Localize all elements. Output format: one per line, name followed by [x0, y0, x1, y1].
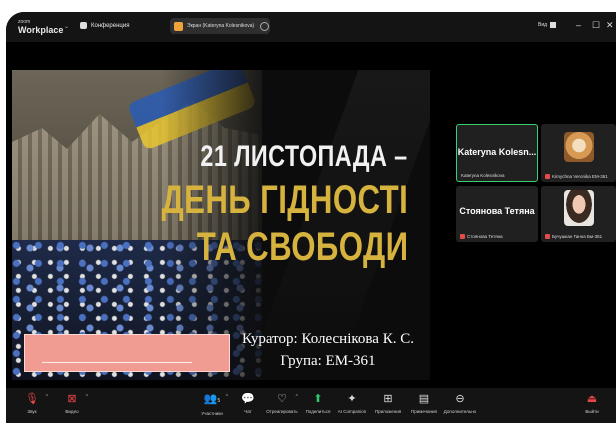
sparkle-icon: ✦	[347, 393, 357, 405]
participants-label: Участники	[201, 411, 223, 416]
apps-label: Приложения	[374, 409, 402, 414]
participant-label-text: Kateryna Kolesnikova	[461, 173, 505, 178]
participant-tile[interactable]: Бучушкан Ганна Бм-361	[541, 186, 616, 242]
participant-tile[interactable]: Стоянова Тетяна Стоянова Тетяна	[456, 186, 538, 242]
participant-name: Стоянова Тетяна	[459, 206, 535, 216]
video-button[interactable]: ⊠ ^ Видео	[52, 392, 92, 414]
share-pill-label: Экран (Kateryna Kolesnikova)	[187, 23, 255, 29]
participant-tile[interactable]: Kateryna Kolesn... Kateryna Kolesnikova	[456, 124, 538, 182]
participant-tile[interactable]: Kirnychna Veronika ЕМ-361	[541, 124, 616, 182]
maximize-button[interactable]: ☐	[592, 20, 600, 31]
minimize-button[interactable]: –	[576, 20, 581, 30]
group-text: Група: ЕМ-361	[280, 353, 376, 369]
participant-label: Бучушкан Ганна Бм-361	[545, 234, 602, 239]
title-bar: zoom Workplace ⌄ Конференция Экран (Kate…	[6, 12, 616, 42]
participant-label-text: Kirnychna Veronika ЕМ-361	[552, 174, 608, 179]
slide-title-line1: 21 ЛИСТОПАДА –	[200, 140, 408, 173]
grid-icon	[550, 22, 557, 28]
notes-button[interactable]: ▤ Примечания	[404, 392, 444, 414]
participant-photo	[563, 132, 594, 162]
curator-text: Куратор: Колеснікова К. С.	[242, 331, 414, 347]
mic-muted-icon	[460, 234, 465, 239]
leave-label: Выйти	[585, 409, 599, 414]
ai-companion-button[interactable]: ✦ AI Companion	[332, 392, 372, 414]
apps-icon: ⊞	[383, 393, 393, 405]
redaction-box	[24, 334, 230, 372]
logo-bottom-text: Workplace	[18, 25, 64, 35]
leave-icon: ⏏	[586, 393, 598, 405]
zoom-window: zoom Workplace ⌄ Конференция Экран (Kate…	[6, 12, 616, 423]
participants-button[interactable]: 👥5 ^ Участники	[192, 392, 232, 416]
audio-button[interactable]: 🎙 ^ Звук	[12, 392, 52, 414]
shared-slide: 21 ЛИСТОПАДА – ДЕНЬ ГІДНОСТІ ТА СВОБОДИ …	[12, 70, 430, 380]
video-label: Видео	[65, 409, 79, 414]
conference-icon	[80, 22, 87, 29]
participant-label-text: Бучушкан Ганна Бм-361	[552, 234, 603, 239]
zoom-logo[interactable]: zoom Workplace	[18, 18, 64, 35]
ai-companion-label: AI Companion	[337, 409, 367, 414]
more-icon: ⊖	[455, 393, 465, 405]
more-label: Дополнительно	[443, 409, 477, 414]
share-screen-icon	[174, 21, 183, 31]
redaction-line	[42, 362, 192, 363]
mic-muted-icon	[545, 234, 550, 239]
audio-label: Звук	[27, 409, 37, 414]
view-button[interactable]: Вид	[538, 22, 557, 28]
conference-menu[interactable]: Конференция	[80, 22, 129, 29]
leave-button[interactable]: ⏏ Выйти	[572, 392, 612, 414]
meeting-toolbar: 🎙 ^ Звук ⊠ ^ Видео 👥5 ^ Участники 💬 Чат …	[6, 388, 616, 423]
participant-label-text: Стоянова Тетяна	[467, 234, 503, 239]
notes-label: Примечания	[411, 409, 437, 414]
participant-name: Kateryna Kolesn...	[457, 147, 537, 157]
curator-block: Куратор: Колеснікова К. С. Група: ЕМ-361	[230, 328, 426, 372]
video-options-chevron[interactable]: ^	[86, 394, 88, 400]
more-button[interactable]: ⊖ Дополнительно	[440, 392, 480, 414]
mic-muted-icon	[545, 174, 550, 179]
options-icon[interactable]	[260, 21, 270, 31]
participants-count: 5	[217, 398, 221, 404]
participant-photo	[563, 190, 594, 226]
slide-title-line2: ДЕНЬ ГІДНОСТІ	[161, 178, 408, 222]
participant-label: Kirnychna Veronika ЕМ-361	[545, 174, 608, 179]
react-button[interactable]: ♡ ^ Отреагировать	[262, 392, 302, 414]
conference-label: Конференция	[91, 22, 130, 29]
screen-share-indicator[interactable]: Экран (Kateryna Kolesnikova)	[170, 18, 270, 34]
apps-button[interactable]: ⊞ Приложения	[368, 392, 408, 414]
close-button[interactable]: ✕	[606, 20, 614, 31]
react-label: Отреагировать	[266, 409, 298, 414]
view-label: Вид	[538, 22, 548, 28]
participant-label: Стоянова Тетяна	[460, 234, 503, 239]
notes-icon: ▤	[418, 393, 430, 405]
chevron-down-icon[interactable]: ⌄	[64, 23, 69, 30]
audio-options-chevron[interactable]: ^	[46, 394, 48, 400]
participant-label: Kateryna Kolesnikova	[461, 173, 505, 178]
slide-title-line3: ТА СВОБОДИ	[196, 225, 408, 269]
